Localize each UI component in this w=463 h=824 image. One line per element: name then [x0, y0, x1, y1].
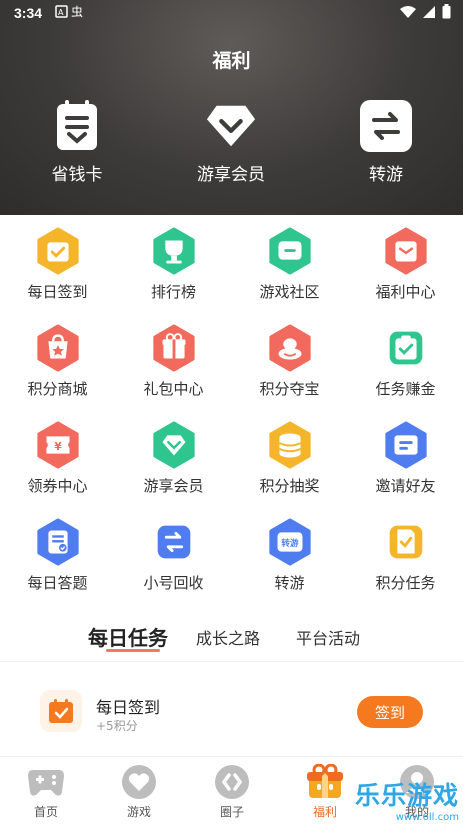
quiz-icon	[34, 516, 82, 568]
grid-item[interactable]: 游享会员	[116, 419, 231, 496]
circle-icon	[212, 763, 252, 801]
grid-item-label: 积分商城	[27, 380, 88, 398]
grid-item[interactable]: 邀请好友	[348, 419, 463, 496]
svg-text:¥: ¥	[54, 441, 62, 453]
grid-item[interactable]: 积分任务	[348, 516, 463, 593]
grid-item-label: 转游	[274, 574, 305, 592]
grid-item-label: 游享会员	[143, 477, 204, 495]
header-item-save-card[interactable]: 省钱卡	[27, 100, 127, 185]
task-name: 每日签到	[96, 698, 161, 717]
grid-item-label: 排行榜	[150, 283, 196, 301]
gift-box-icon	[382, 225, 430, 277]
calendar-check-icon	[40, 690, 82, 732]
header-item-vip[interactable]: 游享会员	[181, 100, 281, 185]
watermark-logo: 乐乐游戏 www.6ll.com	[334, 765, 463, 823]
grid-item-label: 任务赚金	[375, 380, 436, 398]
nav-label: 游戏	[126, 805, 151, 819]
grid-item-label: 福利中心	[375, 283, 436, 301]
grid-item[interactable]: 转游 转游	[232, 516, 347, 593]
tab-platform-events[interactable]: 平台活动	[296, 625, 360, 649]
nav-item-games[interactable]: 游戏	[93, 757, 185, 820]
gamepad-icon	[26, 763, 66, 801]
header-item-transfer[interactable]: 转游	[336, 100, 436, 185]
header-item-label: 游享会员	[197, 165, 265, 185]
grid-item-label: 积分抽奖	[259, 477, 320, 495]
divider	[0, 661, 463, 662]
grid-item[interactable]: ¥ 领券中心	[0, 419, 115, 496]
coupon-icon: ¥	[34, 419, 82, 471]
grid-item[interactable]: 任务赚金	[348, 322, 463, 399]
wifi-icon	[400, 5, 416, 18]
nav-item-home[interactable]: 首页	[0, 757, 92, 820]
status-time: 3:34	[14, 5, 43, 21]
transfer-icon	[360, 100, 412, 152]
grid-item[interactable]: 每日答题	[0, 516, 115, 593]
header-item-label: 转游	[369, 165, 403, 185]
shop-bag-icon	[34, 322, 82, 374]
grid-item-label: 积分夺宝	[259, 380, 320, 398]
clipboard-check-icon	[382, 322, 430, 374]
task-points: +5积分	[96, 719, 138, 733]
tab-growth-road[interactable]: 成长之路	[196, 625, 260, 649]
grid-item[interactable]: 积分夺宝	[232, 322, 347, 399]
nav-label: 圈子	[219, 805, 244, 819]
grid-item[interactable]: 积分抽奖	[232, 419, 347, 496]
grid-item[interactable]: 积分商城	[0, 322, 115, 399]
gift-icon	[150, 322, 198, 374]
trophy-icon	[150, 225, 198, 277]
system-icons	[400, 4, 451, 19]
calendar-check-icon	[34, 225, 82, 277]
page-title: 福利	[212, 50, 251, 72]
svg-text:转游: 转游	[281, 537, 299, 549]
chat-icon	[266, 225, 314, 277]
grid-item-label: 礼包中心	[143, 380, 204, 398]
signal-icon	[423, 5, 435, 18]
invite-icon	[382, 419, 430, 471]
task-note-icon	[382, 516, 430, 568]
grid-item-label: 每日答题	[27, 574, 88, 592]
tab-underline	[106, 649, 160, 652]
grid-item[interactable]: 小号回收	[116, 516, 231, 593]
treasure-icon	[266, 322, 314, 374]
coins-icon	[266, 419, 314, 471]
status-bar: 3:34 A虫	[0, 0, 463, 26]
nav-item-circle[interactable]: 圈子	[186, 757, 278, 820]
nav-label: 首页	[33, 805, 58, 819]
grid-item[interactable]: 游戏社区	[232, 225, 347, 302]
header: 3:34 A虫 福利 省钱卡 游享会员 转游	[0, 0, 463, 215]
header-item-label: 省钱卡	[51, 165, 103, 185]
svg-text:A: A	[58, 8, 64, 17]
task-tabs: 每日任务 成长之路 平台活动	[0, 620, 463, 660]
recycle-icon	[150, 516, 198, 568]
app-notification-icon: A虫	[55, 5, 83, 19]
diamond-icon	[150, 419, 198, 471]
grid-item-label: 游戏社区	[259, 283, 320, 301]
grid-item-label: 每日签到	[27, 283, 88, 301]
battery-icon	[442, 4, 451, 19]
watermark-text: 乐乐游戏	[354, 781, 459, 810]
grid-item-label: 积分任务	[375, 574, 436, 592]
heart-icon	[119, 763, 159, 801]
grid-item[interactable]: 每日签到	[0, 225, 115, 302]
watermark-url: www.6ll.com	[395, 812, 459, 823]
transfer-tag-icon: 转游	[266, 516, 314, 568]
notification-icons: A虫	[55, 4, 85, 24]
grid-item[interactable]: 礼包中心	[116, 322, 231, 399]
svg-text:虫: 虫	[71, 5, 83, 19]
card-icon	[51, 100, 103, 152]
grid-item-label: 领券中心	[27, 477, 88, 495]
sign-in-button[interactable]: 签到	[357, 696, 423, 728]
grid-item-label: 邀请好友	[375, 477, 436, 495]
grid-item[interactable]: 福利中心	[348, 225, 463, 302]
diamond-icon	[205, 100, 257, 152]
task-row: 每日签到 +5积分 签到	[0, 688, 463, 738]
tab-daily-tasks[interactable]: 每日任务	[88, 622, 168, 651]
grid-item[interactable]: 排行榜	[116, 225, 231, 302]
grid-item-label: 小号回收	[143, 574, 204, 592]
